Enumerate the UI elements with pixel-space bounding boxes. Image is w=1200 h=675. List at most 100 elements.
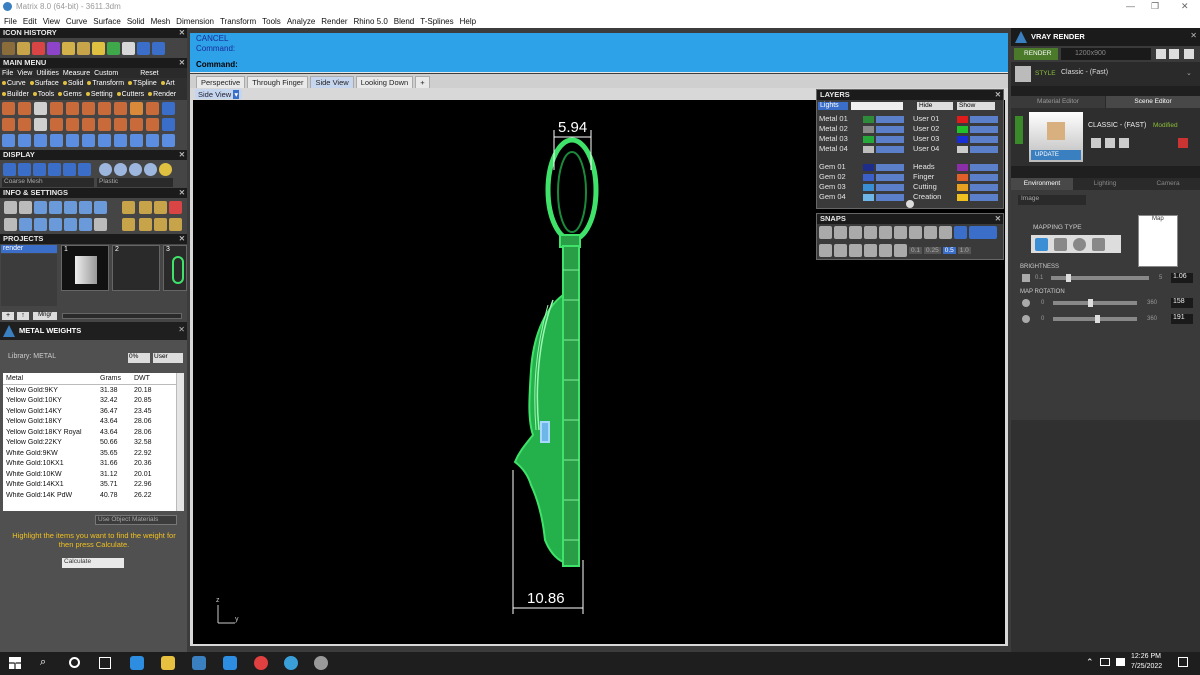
mm-measure[interactable]: Measure <box>63 70 90 77</box>
menu-render[interactable]: Render <box>321 17 347 26</box>
file-explorer-icon[interactable] <box>161 656 175 670</box>
delete-preset-icon[interactable] <box>1178 138 1188 148</box>
snap-int-icon[interactable] <box>894 226 907 239</box>
table-row[interactable]: Yellow Gold:10KY 32.42 20.85 <box>3 396 184 407</box>
table-row[interactable]: Yellow Gold:18KY Royal 43.64 28.06 <box>3 427 184 438</box>
prev-icon[interactable] <box>1156 49 1166 59</box>
layer-visibility-controls[interactable] <box>876 126 904 133</box>
snap-perp-icon[interactable] <box>909 226 922 239</box>
tool-icon[interactable] <box>130 134 143 147</box>
next-icon[interactable] <box>1169 49 1179 59</box>
preset-expand-icon[interactable] <box>1015 116 1023 144</box>
chevron-down-icon[interactable]: ⌄ <box>1186 69 1192 77</box>
layer-visibility-controls[interactable] <box>876 174 904 181</box>
brightness-slider-thumb[interactable] <box>1066 274 1071 282</box>
projects-scrollbar[interactable] <box>62 313 182 319</box>
style-select[interactable]: Classic - (Fast) <box>1061 69 1108 76</box>
layer-visibility-controls[interactable] <box>876 194 904 201</box>
settings-icon[interactable] <box>169 201 182 214</box>
calculate-button[interactable]: Calculate <box>62 558 124 568</box>
preset-action-icon[interactable] <box>1105 138 1115 148</box>
preset-action-icon[interactable] <box>1119 138 1129 148</box>
hide-all-button[interactable]: Hide <box>917 102 953 110</box>
snap-mid-icon[interactable] <box>864 226 877 239</box>
mm-file[interactable]: File <box>2 70 13 77</box>
table-row[interactable]: White Gold:10KW 31.12 20.01 <box>3 469 184 480</box>
render-button[interactable]: RENDER <box>1014 48 1058 60</box>
store-icon[interactable] <box>192 656 206 670</box>
layer-visibility-controls[interactable] <box>876 146 904 153</box>
layer-color-swatch[interactable] <box>957 164 968 171</box>
layer-name[interactable]: Metal 01 <box>819 114 848 123</box>
tool-icon[interactable] <box>122 41 135 55</box>
menu-help[interactable]: Help <box>460 17 476 26</box>
percent-button[interactable]: 0% <box>128 353 150 363</box>
tool-icon[interactable] <box>50 102 63 115</box>
layer-color-swatch[interactable] <box>957 174 968 181</box>
layer-color-swatch[interactable] <box>957 194 968 201</box>
mm-tspline[interactable]: TSpline <box>128 80 157 87</box>
display-icon[interactable] <box>48 163 61 176</box>
menu-analyze[interactable]: Analyze <box>287 17 315 26</box>
mm-solid[interactable]: Solid <box>62 80 83 87</box>
snap-near-icon[interactable] <box>834 226 847 239</box>
snap-record-icon[interactable] <box>894 244 907 257</box>
settings-icon[interactable] <box>79 201 92 214</box>
settings-icon[interactable] <box>169 218 182 231</box>
chevron-up-icon[interactable]: ⌃ <box>1086 657 1094 668</box>
layer-name[interactable]: User 02 <box>913 124 939 133</box>
snap-value[interactable]: 0.1 <box>909 247 923 254</box>
layer-color-swatch[interactable] <box>863 146 874 153</box>
settings-icon[interactable] <box>94 201 107 214</box>
viewport-name-dropdown[interactable]: Side View ▾ <box>195 89 243 99</box>
tool-icon[interactable] <box>47 41 60 55</box>
user-library-button[interactable]: User <box>153 353 183 363</box>
use-object-materials-select[interactable]: Use Object Materials <box>95 515 177 525</box>
layer-name[interactable]: Cutting <box>913 182 937 191</box>
task-view-icon[interactable] <box>69 657 80 668</box>
mail-icon[interactable] <box>223 656 237 670</box>
layer-name[interactable]: Metal 03 <box>819 134 848 143</box>
mm-render[interactable]: Render <box>148 91 176 98</box>
tool-icon[interactable] <box>18 134 31 147</box>
rotation-value[interactable]: 158 <box>1171 298 1193 308</box>
table-row[interactable]: Yellow Gold:9KY 31.38 20.18 <box>3 385 184 396</box>
tab-material-editor[interactable]: Material Editor <box>1011 96 1105 108</box>
material-sphere-icon[interactable] <box>114 163 127 176</box>
mm-custom[interactable]: Custom <box>94 70 118 77</box>
tool-icon[interactable] <box>146 118 159 131</box>
layer-color-swatch[interactable] <box>863 136 874 143</box>
layer-color-swatch[interactable] <box>863 164 874 171</box>
settings-icon[interactable] <box>19 201 32 214</box>
layer-visibility-controls[interactable] <box>970 164 998 171</box>
command-input[interactable]: Command: <box>196 60 238 69</box>
tab-looking-down[interactable]: Looking Down <box>355 76 414 88</box>
project-thumbnail[interactable]: 3 <box>163 245 187 291</box>
close-icon[interactable]: ✕ <box>179 150 185 160</box>
snap-knot-icon[interactable] <box>954 226 967 239</box>
back-arrow-icon[interactable] <box>137 41 150 55</box>
table-row[interactable]: White Gold:14K PdW 40.78 26.22 <box>3 490 184 501</box>
tab-perspective[interactable]: Perspective <box>196 76 246 88</box>
layer-color-swatch[interactable] <box>863 174 874 181</box>
tool-icon[interactable] <box>2 134 15 147</box>
notification-icon[interactable] <box>1178 657 1188 667</box>
close-icon[interactable]: ✕ <box>179 58 185 68</box>
search-icon[interactable]: ⌕ <box>40 656 46 669</box>
layer-name[interactable]: Heads <box>913 162 935 171</box>
layer-name[interactable]: User 01 <box>913 114 939 123</box>
tool-icon[interactable] <box>114 134 127 147</box>
layer-visibility-controls[interactable] <box>876 184 904 191</box>
snap-smart-icon[interactable] <box>864 244 877 257</box>
table-row[interactable]: White Gold:14KX1 35.71 22.96 <box>3 480 184 491</box>
tool-icon[interactable] <box>98 134 111 147</box>
snap-ortho-icon[interactable] <box>819 244 832 257</box>
project-item[interactable]: render <box>1 245 57 253</box>
add-tab-button[interactable]: + <box>415 76 430 88</box>
mm-cutters[interactable]: Cutters <box>116 91 144 98</box>
snap-value[interactable]: 1.0 <box>957 247 971 254</box>
display-icon[interactable] <box>63 163 76 176</box>
table-row[interactable]: White Gold:10KX1 31.66 20.36 <box>3 459 184 470</box>
display-icon[interactable] <box>33 163 46 176</box>
menu-file[interactable]: File <box>4 17 17 26</box>
